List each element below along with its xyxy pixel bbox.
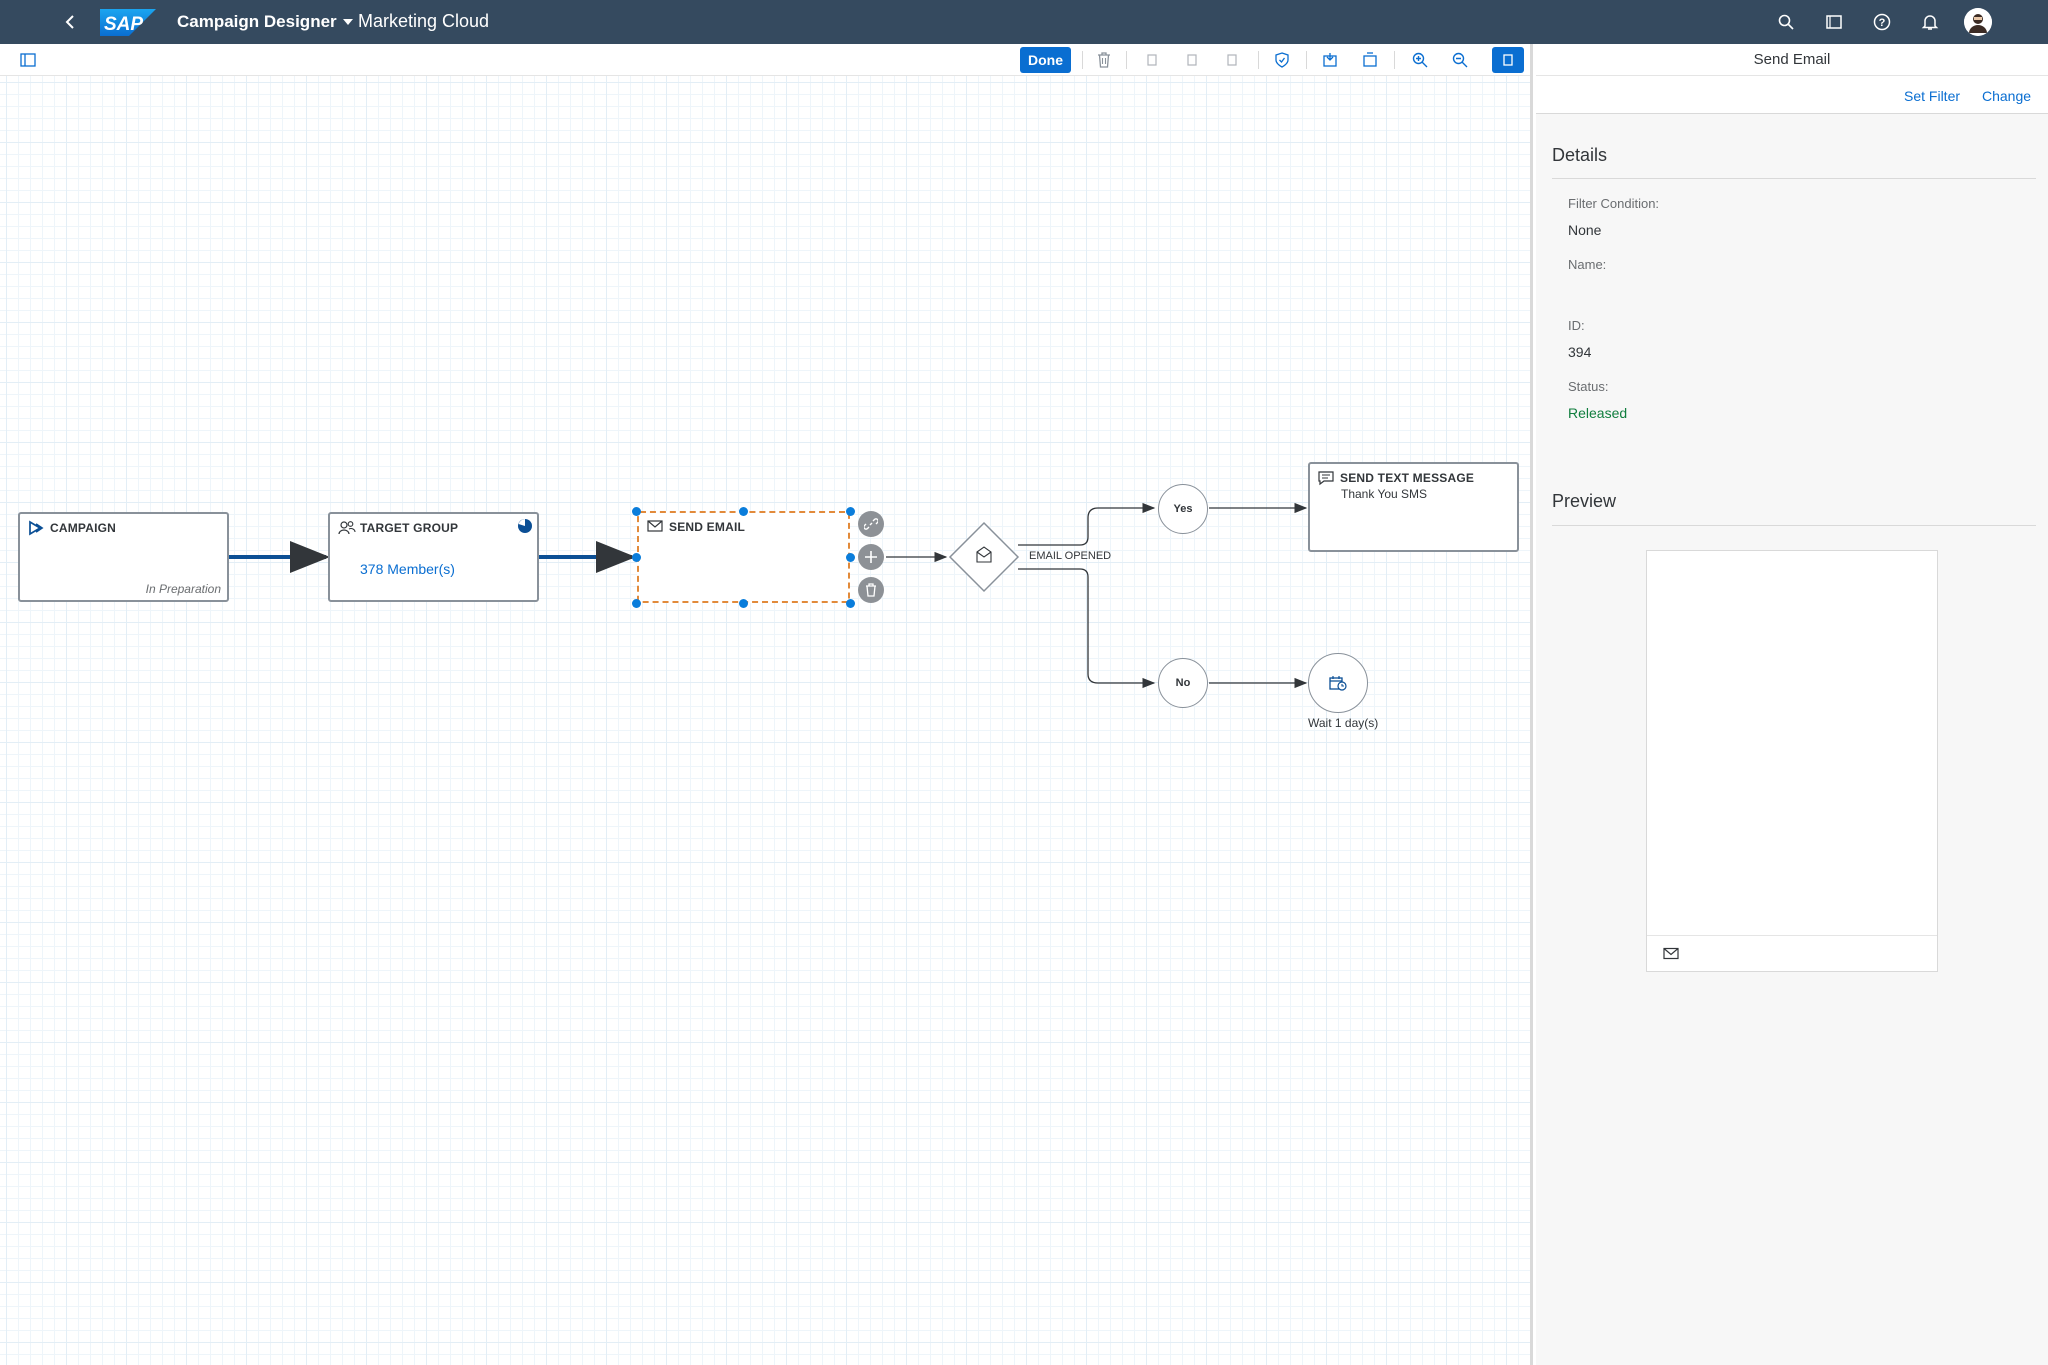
- sap-logo-text: SAP: [104, 14, 143, 35]
- decision-email-opened[interactable]: [948, 521, 1020, 593]
- name-label: Name:: [1568, 257, 1607, 272]
- node-sms-subtitle: Thank You SMS: [1341, 487, 1428, 501]
- connector-decision-yes: [1018, 502, 1156, 546]
- branch-no[interactable]: No: [1158, 658, 1208, 708]
- notifications-icon[interactable]: [1918, 10, 1942, 34]
- resize-handle-e[interactable]: [846, 553, 855, 562]
- node-campaign[interactable]: CAMPAIGN In Preparation: [18, 512, 229, 602]
- node-target-group[interactable]: TARGET GROUP 378 Member(s): [328, 512, 539, 602]
- envelope-icon[interactable]: [1663, 947, 1679, 960]
- panel-actions: Set Filter Change: [1536, 76, 2048, 114]
- shell-bar: SAP Campaign Designer Marketing Cloud ?: [0, 0, 2048, 44]
- calendar-clock-icon: [1329, 676, 1347, 691]
- delete-step-button[interactable]: [858, 577, 884, 603]
- preview-footer: [1647, 935, 1937, 971]
- connector-decision-no: [1018, 568, 1156, 689]
- node-target-members-link[interactable]: 378 Member(s): [360, 561, 455, 577]
- status-value: Released: [1568, 405, 1628, 421]
- resize-handle-ne[interactable]: [846, 507, 855, 516]
- details-section-title: Details: [1552, 145, 1608, 165]
- node-send-text-message[interactable]: SEND TEXT MESSAGE Thank You SMS: [1308, 462, 1519, 552]
- panel-title: Send Email: [1536, 44, 2048, 76]
- status-pie-icon: [517, 518, 533, 534]
- sap-logo[interactable]: SAP: [100, 9, 156, 36]
- email-preview: [1646, 550, 1938, 972]
- branch-yes[interactable]: Yes: [1158, 484, 1208, 534]
- node-campaign-state: In Preparation: [145, 582, 221, 596]
- id-label: ID:: [1568, 318, 1585, 333]
- resize-handle-sw[interactable]: [632, 599, 641, 608]
- properties-panel: Send Email Set Filter Change Details Fil…: [1536, 44, 2048, 1365]
- change-link[interactable]: Change: [1982, 88, 2031, 104]
- app-title: Campaign Designer: [177, 12, 337, 31]
- play-triangle-icon: [28, 520, 44, 536]
- details-divider: [1552, 178, 2036, 179]
- preview-divider: [1552, 525, 2036, 526]
- node-sms-title: SEND TEXT MESSAGE: [1340, 471, 1475, 485]
- preview-section-title: Preview: [1552, 491, 1617, 511]
- resize-handle-s[interactable]: [739, 599, 748, 608]
- resize-handle-se[interactable]: [846, 599, 855, 608]
- link-button[interactable]: [858, 511, 884, 537]
- chat-bubble-icon: [1318, 470, 1334, 486]
- caret-down-icon: [342, 19, 353, 25]
- plus-icon: [865, 551, 877, 563]
- filter-condition-value: None: [1568, 222, 1602, 238]
- node-send-email[interactable]: SEND EMAIL: [637, 511, 850, 603]
- set-filter-link[interactable]: Set Filter: [1904, 88, 1960, 104]
- user-avatar[interactable]: [1964, 8, 1992, 36]
- help-icon[interactable]: ?: [1870, 10, 1894, 34]
- trash-icon: [866, 583, 876, 597]
- app-title-menu[interactable]: Campaign Designer: [177, 12, 353, 32]
- add-step-button[interactable]: [858, 544, 884, 570]
- node-target-title: TARGET GROUP: [360, 521, 459, 535]
- app-subtitle: Marketing Cloud: [358, 11, 490, 31]
- copilot-icon[interactable]: [1822, 10, 1846, 34]
- resize-handle-w[interactable]: [632, 553, 641, 562]
- resize-handle-nw[interactable]: [632, 507, 641, 516]
- link-icon: [864, 518, 878, 530]
- node-email-title: SEND EMAIL: [669, 520, 746, 534]
- group-icon: [338, 520, 356, 536]
- flow-connectors: [229, 502, 1308, 689]
- node-wait[interactable]: [1308, 653, 1368, 713]
- back-icon[interactable]: [58, 10, 82, 34]
- filter-condition-label: Filter Condition:: [1568, 196, 1660, 211]
- svg-text:?: ?: [1879, 17, 1886, 29]
- search-icon[interactable]: [1774, 10, 1798, 34]
- campaign-canvas: Done CAMPAIGN In Preparation TARGET GROU…: [0, 44, 1533, 1365]
- status-label: Status:: [1568, 379, 1609, 394]
- resize-handle-n[interactable]: [739, 507, 748, 516]
- envelope-icon: [647, 519, 663, 535]
- decision-label: EMAIL OPENED: [1029, 550, 1112, 562]
- id-value: 394: [1568, 344, 1592, 360]
- node-wait-label: Wait 1 day(s): [1308, 716, 1379, 730]
- node-campaign-title: CAMPAIGN: [50, 521, 117, 535]
